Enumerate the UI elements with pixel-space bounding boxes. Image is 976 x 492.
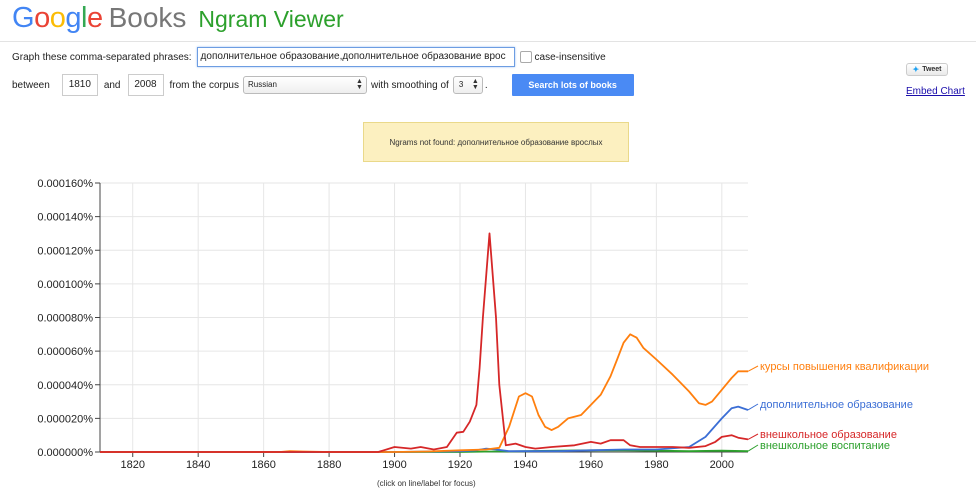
range-row: between 1810 and 2008 from the corpus Ru…	[12, 74, 634, 96]
series-label-connector	[747, 403, 759, 411]
and-label: and	[103, 79, 121, 91]
x-tick-label: 1940	[513, 459, 537, 471]
corpus-value: Russian	[247, 80, 277, 89]
chart-caption: (click on line/label for focus)	[377, 479, 476, 488]
logo-letter: o	[49, 2, 66, 34]
y-tick-label: 0.000100%	[37, 279, 93, 291]
y-tick-label: 0.000000%	[37, 447, 93, 459]
period-text: .	[484, 79, 488, 91]
series-label-connector	[747, 365, 759, 372]
series-label[interactable]: дополнительное образование	[760, 399, 913, 411]
x-tick-label: 1880	[317, 459, 341, 471]
series-label[interactable]: внешкольное воспитание	[760, 440, 890, 452]
google-books-logo[interactable]: Google Books Ngram Viewer	[12, 2, 344, 38]
y-tick-label: 0.000160%	[37, 178, 93, 190]
between-label: between	[12, 79, 50, 91]
series-line[interactable]	[100, 232, 749, 453]
x-tick-label: 1820	[120, 459, 144, 471]
select-arrows-icon: ▲ ▼	[471, 78, 479, 91]
phrases-label: Graph these comma-separated phrases:	[12, 51, 192, 63]
twitter-bird-icon: ✦	[912, 65, 920, 74]
y-tick-label: 0.000020%	[37, 413, 93, 425]
x-tick-label: 1960	[579, 459, 603, 471]
series-label[interactable]: курсы повышения квалификации	[760, 361, 929, 373]
phrases-row: Graph these comma-separated phrases: доп…	[12, 46, 606, 68]
y-tick-label: 0.000080%	[37, 313, 93, 325]
tweet-button[interactable]: ✦ Tweet	[906, 63, 948, 76]
chart-series[interactable]	[100, 232, 749, 453]
search-button[interactable]: Search lots of books	[511, 74, 634, 96]
smoothing-value: 3	[458, 80, 464, 89]
ngram-chart[interactable]: 0.000000% 0.000020% 0.000040% 0.000060% 0.00…	[0, 170, 976, 476]
x-tick-label: 1980	[644, 459, 668, 471]
x-tick-label: 1840	[186, 459, 210, 471]
y-tick-label: 0.000120%	[37, 245, 93, 257]
select-arrows-icon: ▲ ▼	[356, 78, 363, 91]
chart-series-labels[interactable]: курсы повышения квалификации дополнительн…	[747, 361, 929, 452]
corpus-label: from the corpus	[169, 79, 239, 91]
smoothing-select[interactable]: 3 ▲ ▼	[452, 76, 483, 94]
header-divider	[0, 41, 976, 42]
x-tick-label: 1900	[382, 459, 406, 471]
logo-letter: o	[34, 2, 50, 34]
y-tick-label: 0.000060%	[37, 346, 93, 358]
series-label-connector	[747, 444, 759, 452]
case-insensitive-label: case-insensitive	[534, 51, 606, 63]
ngrams-not-found-notice: Ngrams not found: дополнительное образов…	[363, 122, 629, 162]
y-tick-label: 0.000040%	[37, 380, 93, 392]
series-label-connector	[747, 433, 759, 440]
chart-axes: 0.000000% 0.000020% 0.000040% 0.000060% 0.00…	[37, 178, 748, 471]
phrases-input[interactable]: дополнительное образование,дополнительно…	[196, 47, 515, 67]
end-year-input[interactable]: 2008	[127, 74, 164, 96]
logo-letter: g	[65, 2, 81, 34]
logo-letter: G	[12, 2, 35, 34]
google-wordmark: Google	[12, 2, 103, 35]
corpus-select[interactable]: Russian ▲ ▼	[242, 76, 367, 94]
case-insensitive-checkbox[interactable]	[519, 51, 532, 63]
app-title: Ngram Viewer	[198, 6, 344, 32]
logo-letter: e	[86, 2, 103, 34]
x-tick-label: 1860	[251, 459, 275, 471]
chart-grid	[100, 182, 748, 453]
smoothing-label: with smoothing of	[370, 79, 449, 91]
series-line[interactable]	[100, 333, 748, 453]
books-wordmark: Books	[108, 2, 187, 33]
start-year-input[interactable]: 1810	[61, 74, 98, 96]
y-tick-label: 0.000140%	[37, 212, 93, 224]
x-tick-label: 1920	[448, 459, 472, 471]
tweet-label: Tweet	[922, 66, 942, 73]
series-line[interactable]	[100, 405, 749, 453]
x-tick-label: 2000	[710, 459, 734, 471]
embed-chart-link[interactable]: Embed Chart	[906, 86, 965, 97]
